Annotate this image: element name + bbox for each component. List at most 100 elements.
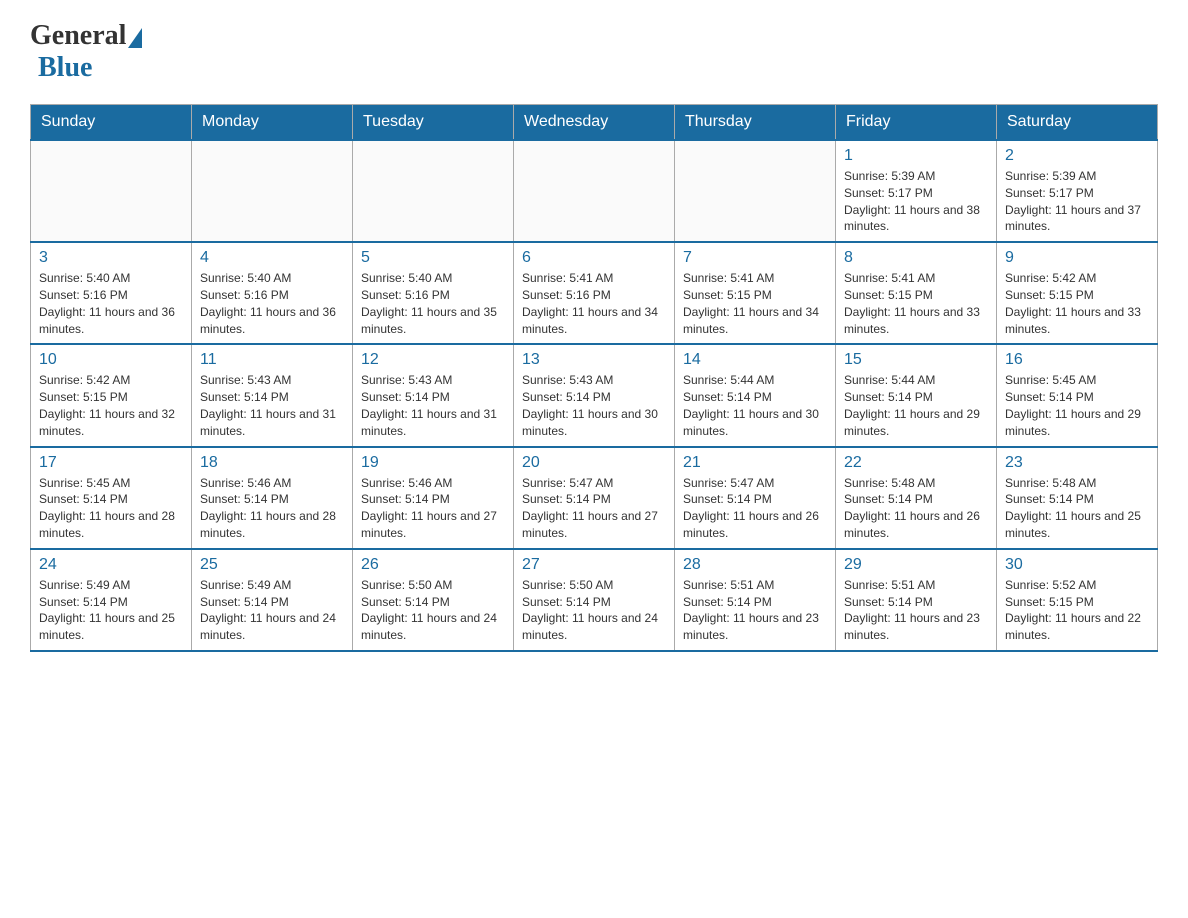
calendar-cell: 5 Sunrise: 5:40 AM Sunset: 5:16 PM Daylig… — [353, 242, 514, 344]
day-number: 27 — [522, 556, 666, 574]
day-number: 24 — [39, 556, 183, 574]
calendar-cell — [31, 140, 192, 242]
calendar-cell: 6Sunrise: 5:41 AM Sunset: 5:16 PM Daylig… — [514, 242, 675, 344]
day-info: Sunrise: 5:49 AM Sunset: 5:14 PM Dayligh… — [39, 577, 183, 644]
calendar-cell: 19 Sunrise: 5:46 AM Sunset: 5:14 PM Dayli… — [353, 447, 514, 549]
day-number: 15 — [844, 351, 988, 369]
day-info: Sunrise: 5:40 AM Sunset: 5:16 PM Dayligh… — [361, 270, 505, 337]
day-number: 20 — [522, 454, 666, 472]
calendar-cell — [192, 140, 353, 242]
calendar-cell: 1Sunrise: 5:39 AM Sunset: 5:17 PM Daylig… — [836, 140, 997, 242]
calendar-cell: 7 Sunrise: 5:41 AM Sunset: 5:15 PM Daylig… — [675, 242, 836, 344]
calendar-cell: 15 Sunrise: 5:44 AM Sunset: 5:14 PM Dayli… — [836, 344, 997, 446]
calendar-cell — [514, 140, 675, 242]
calendar-cell: 25 Sunrise: 5:49 AM Sunset: 5:14 PM Dayli… — [192, 549, 353, 651]
calendar-cell: 29Sunrise: 5:51 AM Sunset: 5:14 PM Dayli… — [836, 549, 997, 651]
day-info: Sunrise: 5:49 AM Sunset: 5:14 PM Dayligh… — [200, 577, 344, 644]
day-number: 23 — [1005, 454, 1149, 472]
weekday-header-thursday: Thursday — [675, 105, 836, 141]
day-number: 13 — [522, 351, 666, 369]
day-info: Sunrise: 5:41 AM Sunset: 5:15 PM Dayligh… — [844, 270, 988, 337]
calendar-cell: 12 Sunrise: 5:43 AM Sunset: 5:14 PM Dayli… — [353, 344, 514, 446]
calendar-cell: 18 Sunrise: 5:46 AM Sunset: 5:14 PM Dayli… — [192, 447, 353, 549]
calendar-table: SundayMondayTuesdayWednesdayThursdayFrid… — [30, 104, 1158, 652]
day-number: 2 — [1005, 147, 1149, 165]
day-number: 3 — [39, 249, 183, 267]
weekday-header-tuesday: Tuesday — [353, 105, 514, 141]
calendar-cell: 10 Sunrise: 5:42 AM Sunset: 5:15 PM Dayli… — [31, 344, 192, 446]
calendar-week-row: 24 Sunrise: 5:49 AM Sunset: 5:14 PM Dayli… — [31, 549, 1158, 651]
calendar-week-row: 1 Sunrise: 5:39 AM Sunset: 5:17 PM Daylig… — [31, 140, 1158, 242]
day-number: 25 — [200, 556, 344, 574]
calendar-cell — [675, 140, 836, 242]
calendar-week-row: 3 Sunrise: 5:40 AM Sunset: 5:16 PM Daylig… — [31, 242, 1158, 344]
calendar-cell: 2 Sunrise: 5:39 AM Sunset: 5:17 PM Daylig… — [997, 140, 1158, 242]
day-info: Sunrise: 5:45 AM Sunset: 5:14 PM Dayligh… — [1005, 372, 1149, 439]
day-info: Sunrise: 5:43 AM Sunset: 5:14 PM Dayligh… — [361, 372, 505, 439]
day-number: 16 — [1005, 351, 1149, 369]
calendar-cell: 16 Sunrise: 5:45 AM Sunset: 5:14 PM Dayli… — [997, 344, 1158, 446]
logo: General Blue — [30, 20, 142, 84]
calendar-cell: 9 Sunrise: 5:42 AM Sunset: 5:15 PM Daylig… — [997, 242, 1158, 344]
day-number: 12 — [361, 351, 505, 369]
day-number: 30 — [1005, 556, 1149, 574]
day-info: Sunrise: 5:44 AM Sunset: 5:14 PM Dayligh… — [683, 372, 827, 439]
day-info: Sunrise: 5:39 AM Sunset: 5:17 PM Dayligh… — [1005, 168, 1149, 235]
day-info: Sunrise: 5:40 AM Sunset: 5:16 PM Dayligh… — [200, 270, 344, 337]
calendar-cell: 21Sunrise: 5:47 AM Sunset: 5:14 PM Dayli… — [675, 447, 836, 549]
day-number: 4 — [200, 249, 344, 267]
day-info: Sunrise: 5:47 AM Sunset: 5:14 PM Dayligh… — [522, 475, 666, 542]
day-info: Sunrise: 5:47 AM Sunset: 5:14 PM Dayligh… — [683, 475, 827, 542]
calendar-cell: 4 Sunrise: 5:40 AM Sunset: 5:16 PM Daylig… — [192, 242, 353, 344]
logo-triangle-icon — [128, 28, 142, 48]
day-number: 5 — [361, 249, 505, 267]
day-info: Sunrise: 5:46 AM Sunset: 5:14 PM Dayligh… — [200, 475, 344, 542]
day-number: 10 — [39, 351, 183, 369]
day-number: 22 — [844, 454, 988, 472]
day-number: 9 — [1005, 249, 1149, 267]
calendar-cell: 14Sunrise: 5:44 AM Sunset: 5:14 PM Dayli… — [675, 344, 836, 446]
calendar-week-row: 10 Sunrise: 5:42 AM Sunset: 5:15 PM Dayli… — [31, 344, 1158, 446]
day-number: 7 — [683, 249, 827, 267]
logo-general-text: General — [30, 20, 126, 52]
day-info: Sunrise: 5:42 AM Sunset: 5:15 PM Dayligh… — [1005, 270, 1149, 337]
weekday-header-wednesday: Wednesday — [514, 105, 675, 141]
calendar-cell: 23Sunrise: 5:48 AM Sunset: 5:14 PM Dayli… — [997, 447, 1158, 549]
weekday-header-row: SundayMondayTuesdayWednesdayThursdayFrid… — [31, 105, 1158, 141]
calendar-cell: 30Sunrise: 5:52 AM Sunset: 5:15 PM Dayli… — [997, 549, 1158, 651]
day-info: Sunrise: 5:45 AM Sunset: 5:14 PM Dayligh… — [39, 475, 183, 542]
logo-blue-text: Blue — [38, 52, 92, 83]
day-info: Sunrise: 5:40 AM Sunset: 5:16 PM Dayligh… — [39, 270, 183, 337]
calendar-cell: 11 Sunrise: 5:43 AM Sunset: 5:14 PM Dayli… — [192, 344, 353, 446]
calendar-cell: 3 Sunrise: 5:40 AM Sunset: 5:16 PM Daylig… — [31, 242, 192, 344]
day-info: Sunrise: 5:44 AM Sunset: 5:14 PM Dayligh… — [844, 372, 988, 439]
calendar-cell: 22 Sunrise: 5:48 AM Sunset: 5:14 PM Dayli… — [836, 447, 997, 549]
day-number: 29 — [844, 556, 988, 574]
day-info: Sunrise: 5:43 AM Sunset: 5:14 PM Dayligh… — [200, 372, 344, 439]
weekday-header-friday: Friday — [836, 105, 997, 141]
calendar-cell: 24 Sunrise: 5:49 AM Sunset: 5:14 PM Dayli… — [31, 549, 192, 651]
day-number: 17 — [39, 454, 183, 472]
day-number: 26 — [361, 556, 505, 574]
day-info: Sunrise: 5:41 AM Sunset: 5:15 PM Dayligh… — [683, 270, 827, 337]
calendar-cell — [353, 140, 514, 242]
day-number: 11 — [200, 351, 344, 369]
day-number: 8 — [844, 249, 988, 267]
day-info: Sunrise: 5:51 AM Sunset: 5:14 PM Dayligh… — [683, 577, 827, 644]
weekday-header-saturday: Saturday — [997, 105, 1158, 141]
day-info: Sunrise: 5:42 AM Sunset: 5:15 PM Dayligh… — [39, 372, 183, 439]
day-number: 19 — [361, 454, 505, 472]
day-number: 1 — [844, 147, 988, 165]
day-number: 28 — [683, 556, 827, 574]
day-number: 18 — [200, 454, 344, 472]
calendar-cell: 17 Sunrise: 5:45 AM Sunset: 5:14 PM Dayli… — [31, 447, 192, 549]
calendar-cell: 28 Sunrise: 5:51 AM Sunset: 5:14 PM Dayli… — [675, 549, 836, 651]
calendar-week-row: 17 Sunrise: 5:45 AM Sunset: 5:14 PM Dayli… — [31, 447, 1158, 549]
calendar-cell: 13Sunrise: 5:43 AM Sunset: 5:14 PM Dayli… — [514, 344, 675, 446]
day-info: Sunrise: 5:41 AM Sunset: 5:16 PM Dayligh… — [522, 270, 666, 337]
day-info: Sunrise: 5:50 AM Sunset: 5:14 PM Dayligh… — [522, 577, 666, 644]
day-info: Sunrise: 5:46 AM Sunset: 5:14 PM Dayligh… — [361, 475, 505, 542]
calendar-cell: 8 Sunrise: 5:41 AM Sunset: 5:15 PM Daylig… — [836, 242, 997, 344]
day-info: Sunrise: 5:48 AM Sunset: 5:14 PM Dayligh… — [844, 475, 988, 542]
page-header: General Blue — [30, 20, 1158, 84]
